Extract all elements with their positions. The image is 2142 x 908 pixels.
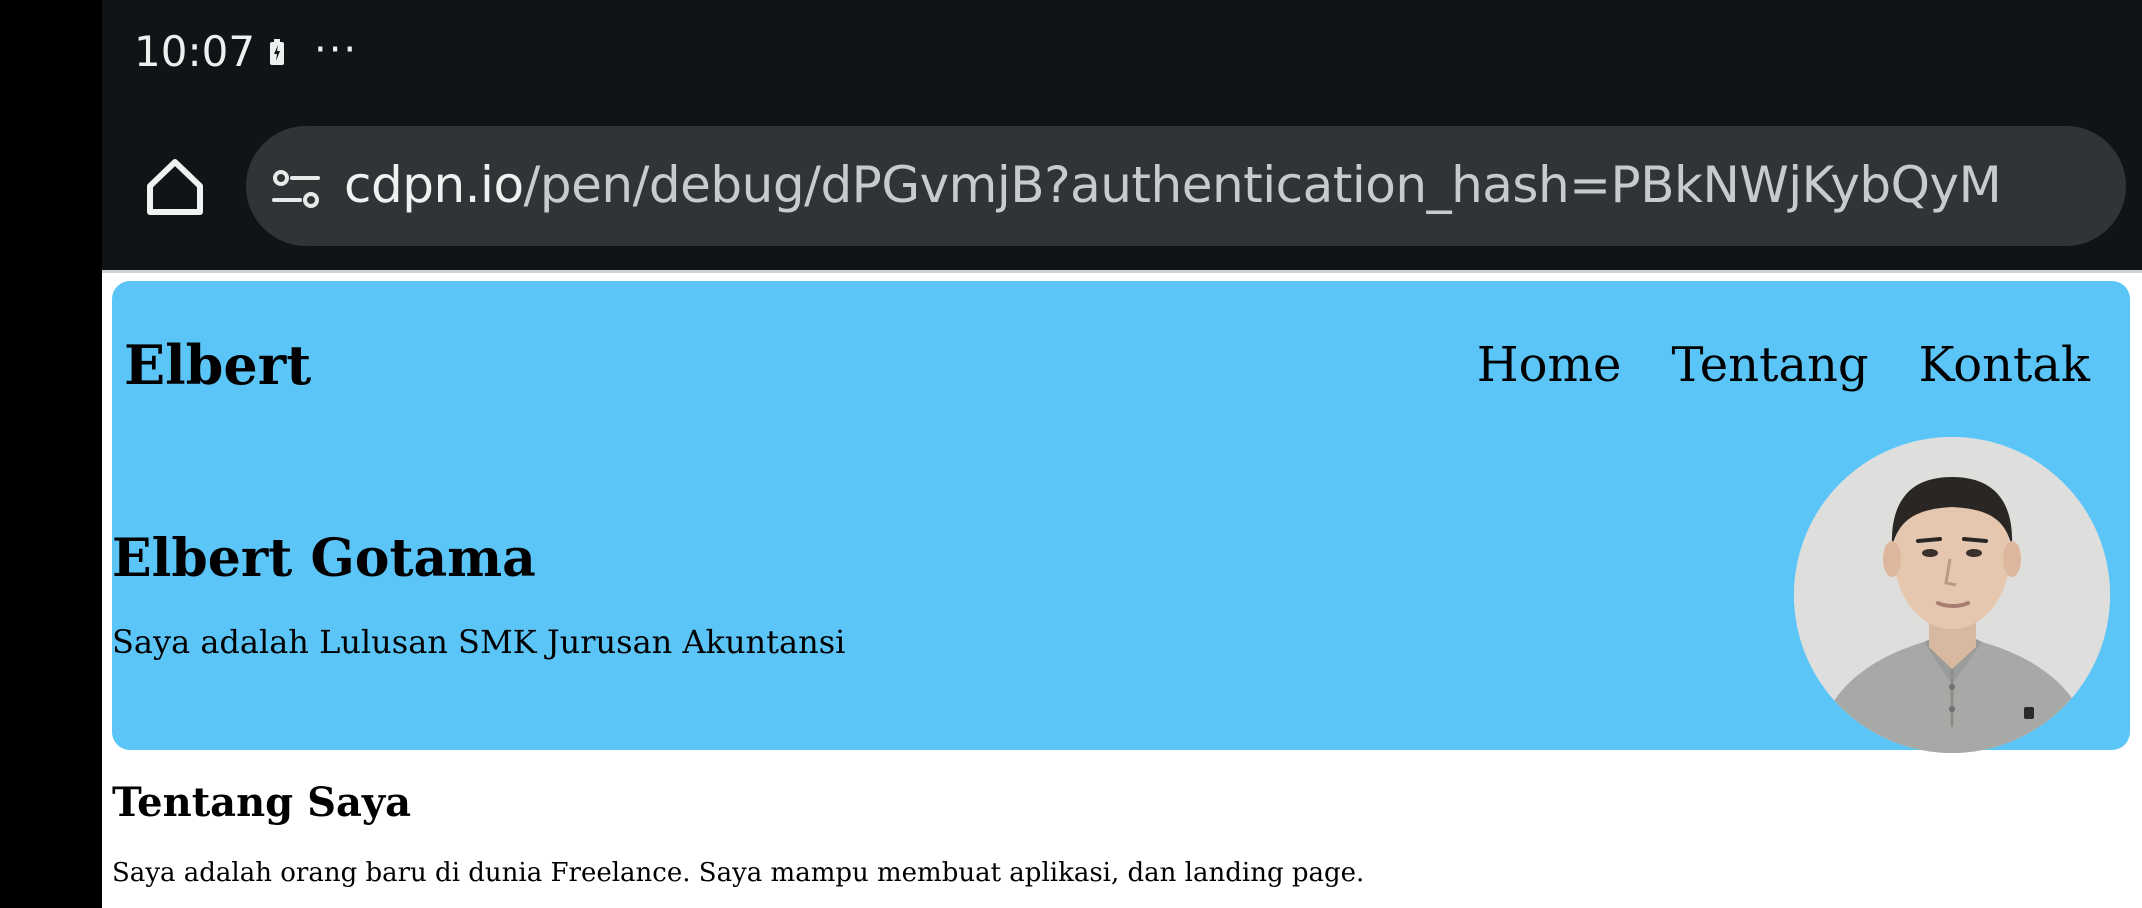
about-text: Saya adalah orang baru di dunia Freelanc…	[112, 858, 1365, 888]
profile-photo	[1794, 437, 2110, 753]
about-heading: Tentang Saya	[112, 779, 412, 826]
main-nav: Home Tentang Kontak	[1477, 333, 2090, 397]
web-page: Elbert Home Tentang Kontak Elbert Gotama…	[102, 273, 2142, 908]
home-icon[interactable]	[144, 156, 206, 218]
nav-link-kontak[interactable]: Kontak	[1919, 333, 2090, 397]
status-time: 10:07	[134, 27, 256, 76]
nav-link-tentang[interactable]: Tentang	[1671, 333, 1868, 397]
site-brand[interactable]: Elbert	[124, 333, 311, 397]
url-path: /pen/debug/dPGvmjB?authentication_hash=P…	[523, 156, 2002, 214]
more-notifications-indicator: ···	[314, 27, 359, 73]
device-bezel	[0, 0, 102, 908]
status-bar: 10:07 ···	[102, 0, 2142, 104]
hero-tagline: Saya adalah Lulusan SMK Jurusan Akuntans…	[112, 623, 846, 661]
site-settings-icon[interactable]	[272, 170, 320, 208]
hero-name: Elbert Gotama	[112, 528, 536, 589]
battery-charging-icon	[270, 39, 284, 65]
address-bar[interactable]: cdpn.io/pen/debug/dPGvmjB?authentication…	[246, 126, 2126, 246]
hero-section: Elbert Home Tentang Kontak Elbert Gotama…	[112, 281, 2130, 753]
url-domain: cdpn.io	[344, 156, 524, 214]
url-text: cdpn.io/pen/debug/dPGvmjB?authentication…	[344, 150, 2002, 220]
nav-link-home[interactable]: Home	[1477, 333, 1622, 397]
browser-toolbar: cdpn.io/pen/debug/dPGvmjB?authentication…	[102, 104, 2142, 270]
